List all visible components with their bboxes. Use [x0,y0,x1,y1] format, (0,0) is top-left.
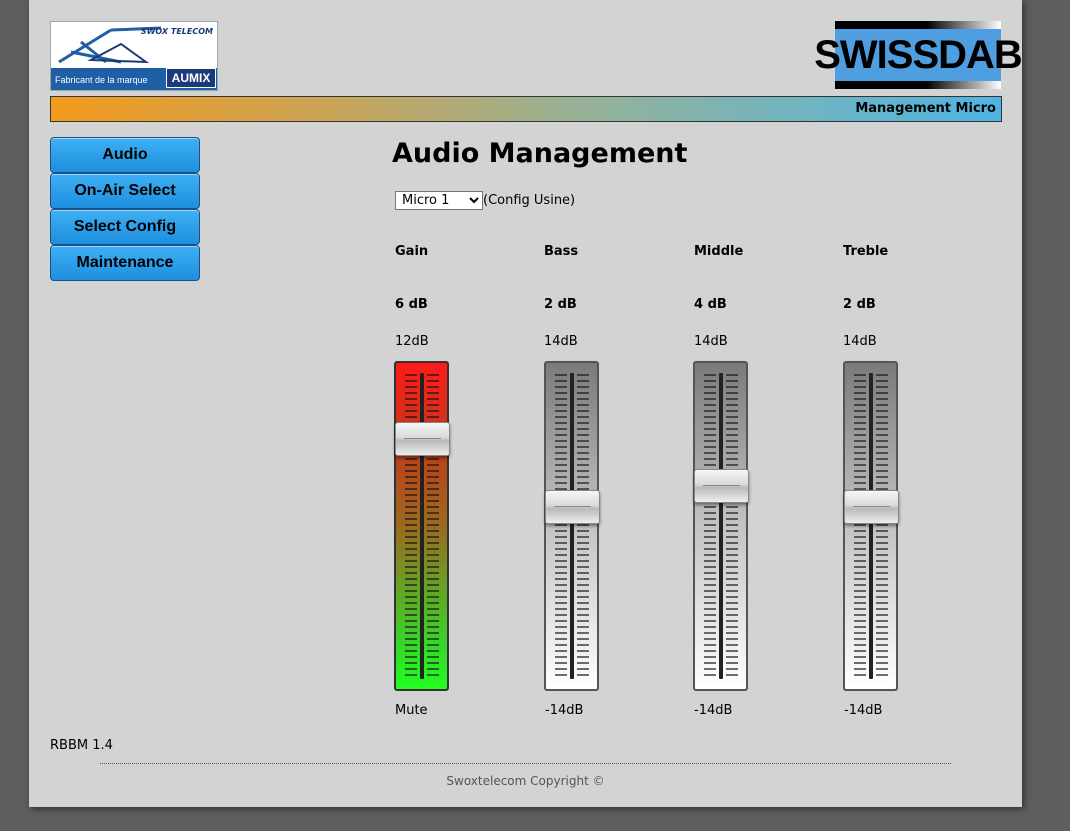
fader-scale-ticks [555,373,589,679]
brand-text: SWOX TELECOM [140,27,213,36]
bass-fader[interactable] [544,361,600,691]
swox-telecom-logo: SWOX TELECOM Fabricant de la marque AUMI… [50,21,218,91]
nav-select-config-button[interactable]: Select Config [50,209,200,245]
nav-maintenance-button[interactable]: Maintenance [50,245,200,281]
page-container: SWOX TELECOM Fabricant de la marque AUMI… [29,0,1023,807]
header-banner: Management Micro [50,96,1002,122]
treble-max-label: 14dB [843,334,877,349]
swissdab-logo: SWISSDAB [814,21,1023,89]
gain-label: Gain [395,244,429,259]
treble-value: 2 dB [843,297,876,312]
bass-max-label: 14dB [544,334,578,349]
bass-value: 2 dB [544,297,577,312]
bass-min-label: -14dB [545,703,584,718]
treble-fader[interactable] [843,361,899,691]
nav-on-air-select-button[interactable]: On-Air Select [50,173,200,209]
gain-value: 6 dB [395,297,428,312]
footer-divider [100,763,951,764]
treble-fader-knob[interactable] [844,490,899,524]
copyright-text: Swoxtelecom Copyright © [446,774,605,788]
treble-min-label: -14dB [844,703,883,718]
fader-scale-ticks [704,373,738,679]
page-title: Audio Management [392,138,688,169]
swissdab-logo-text: SWISSDAB [814,29,1023,81]
fader-scale-ticks [405,373,439,679]
aumix-mark: AUMIX [166,68,216,88]
gain-fader[interactable] [394,361,450,691]
config-note: (Config Usine) [483,193,576,208]
middle-fader[interactable] [693,361,749,691]
nav-audio-button[interactable]: Audio [50,137,200,173]
gain-min-label: Mute [395,703,428,718]
middle-min-label: -14dB [694,703,733,718]
version-label: RBBM 1.4 [50,738,113,753]
middle-value: 4 dB [694,297,727,312]
gain-fader-knob[interactable] [395,422,450,456]
middle-max-label: 14dB [694,334,728,349]
middle-fader-knob[interactable] [694,469,749,503]
micro-preset-select[interactable]: Micro 1 [395,191,483,210]
gain-max-label: 12dB [395,334,429,349]
bass-label: Bass [544,244,579,259]
treble-label: Treble [843,244,889,259]
logo-caption: Fabricant de la marque [55,75,148,85]
middle-label: Middle [694,244,744,259]
fader-scale-ticks [854,373,888,679]
banner-title: Management Micro [855,101,996,116]
bass-fader-knob[interactable] [545,490,600,524]
